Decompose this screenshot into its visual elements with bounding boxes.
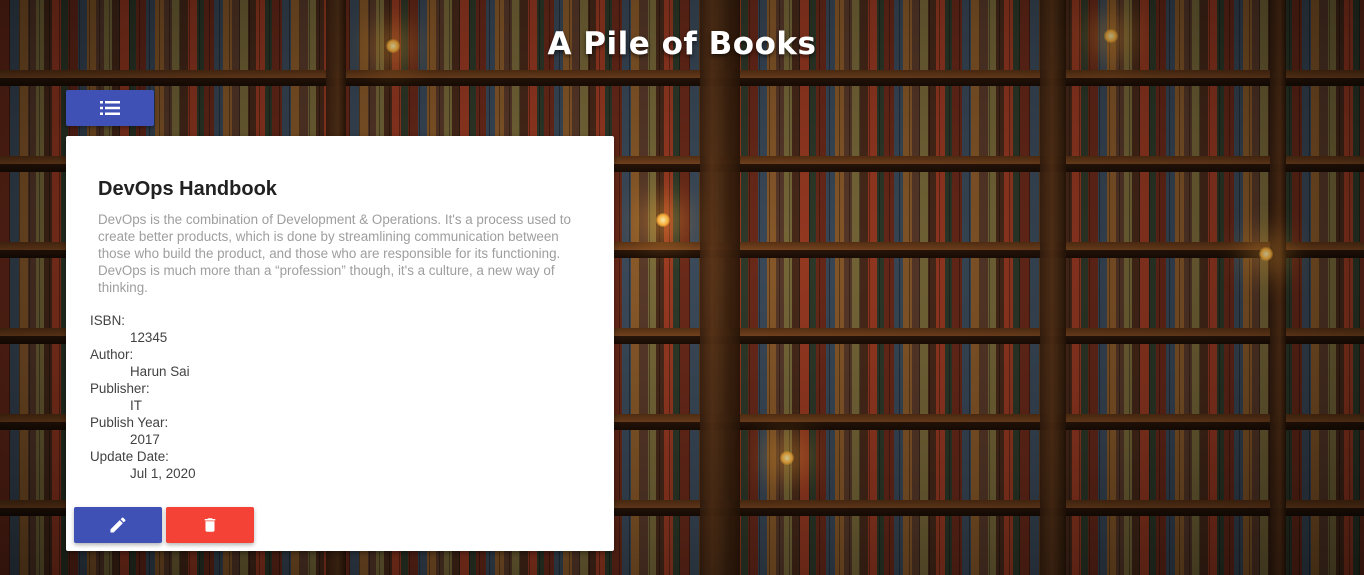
update-date-value: Jul 1, 2020 bbox=[130, 466, 196, 481]
book-list-button[interactable] bbox=[66, 90, 154, 126]
book-detail-card: DevOps Handbook DevOps is the combinatio… bbox=[66, 136, 614, 551]
edit-icon bbox=[108, 515, 128, 535]
delete-icon bbox=[201, 515, 219, 535]
author-value: Harun Sai bbox=[130, 364, 190, 379]
publish-year-value: 2017 bbox=[130, 432, 160, 447]
edit-book-button[interactable] bbox=[74, 507, 162, 543]
book-description: DevOps is the combination of Development… bbox=[98, 212, 571, 295]
author-label: Author: bbox=[90, 347, 134, 362]
isbn-value: 12345 bbox=[130, 330, 168, 345]
publisher-label: Publisher: bbox=[90, 381, 150, 396]
delete-book-button[interactable] bbox=[166, 507, 254, 543]
page: A Pile of Books DevOps Handbook DevOps i… bbox=[0, 0, 1364, 575]
book-title: DevOps Handbook bbox=[98, 178, 277, 200]
book-details: ISBN: 12345 Author: Harun Sai Publisher:… bbox=[90, 312, 196, 482]
update-date-label: Update Date: bbox=[90, 449, 169, 464]
isbn-label: ISBN: bbox=[90, 313, 125, 328]
site-title: A Pile of Books bbox=[547, 26, 817, 62]
publisher-value: IT bbox=[130, 398, 142, 413]
publish-year-label: Publish Year: bbox=[90, 415, 169, 430]
list-icon bbox=[100, 101, 120, 115]
